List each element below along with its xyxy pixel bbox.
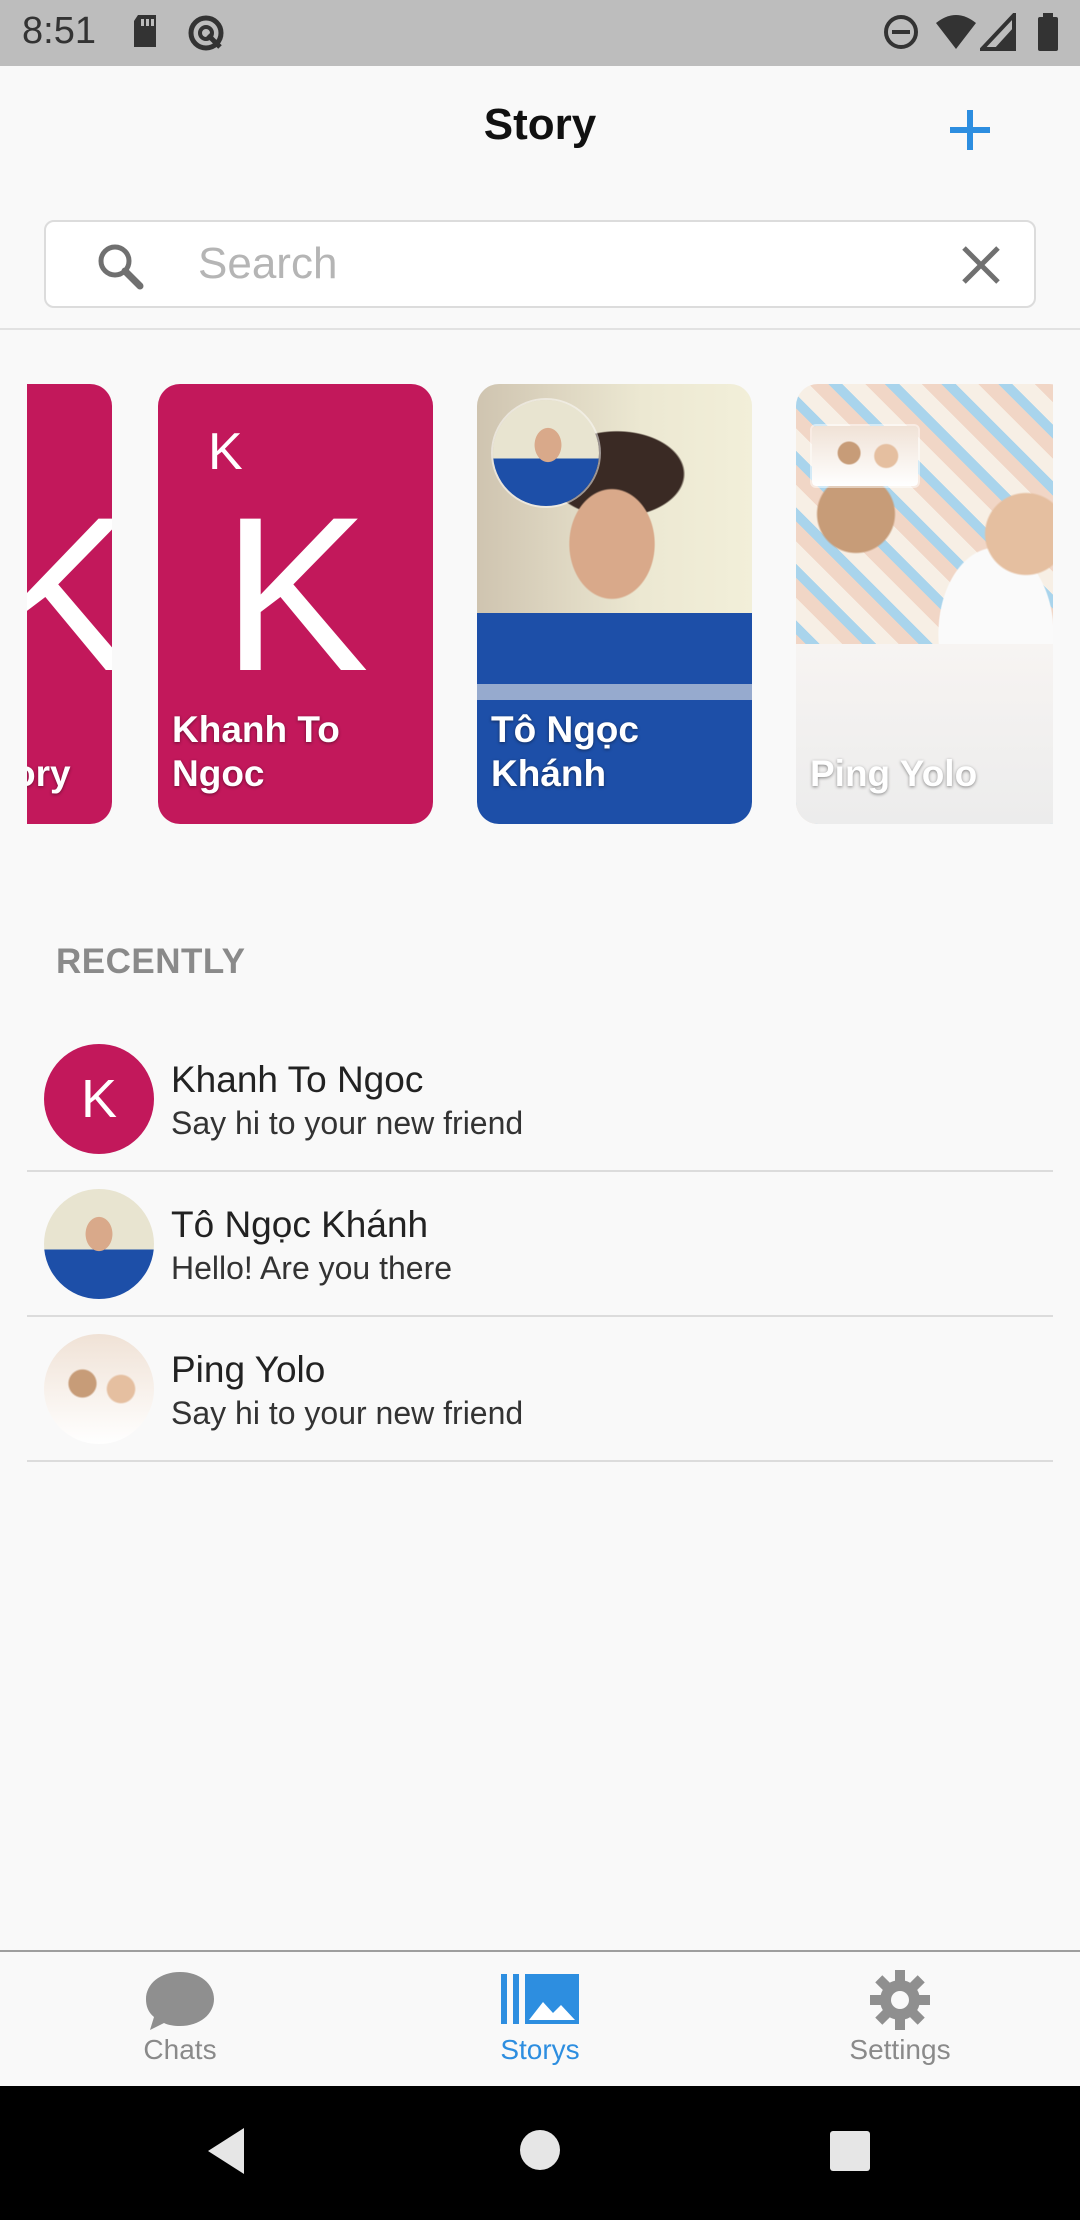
list-item[interactable]: Tô Ngọc Khánh Hello! Are you there [27, 1172, 1053, 1317]
divider [27, 1460, 1053, 1462]
story-card[interactable]: K K Khanh To Ngoc [158, 384, 433, 824]
last-message: Say hi to your new friend [171, 1395, 524, 1431]
do-not-disturb-icon [882, 13, 920, 56]
story-name: Tô Ngọc Khánh [491, 709, 639, 794]
gallery-icon [501, 1974, 579, 2024]
plus-icon [950, 110, 990, 150]
status-time: 8:51 [22, 10, 96, 52]
last-message: Say hi to your new friend [171, 1105, 524, 1141]
home-icon[interactable] [518, 2126, 562, 2181]
avatar [44, 1334, 154, 1444]
system-nav-bar [0, 2086, 1080, 2220]
recently-section-title: RECENTLY [56, 942, 246, 981]
story-avatar [810, 424, 920, 488]
contact-name: Khanh To Ngoc [171, 1059, 424, 1100]
list-item[interactable]: K Khanh To Ngoc Say hi to your new frien… [27, 1027, 1053, 1172]
tab-label: Settings [849, 2034, 951, 2065]
wifi-icon [934, 13, 978, 56]
search-box [44, 220, 1036, 308]
story-photo [796, 644, 1053, 824]
story-card[interactable]: K ory [27, 384, 112, 824]
contact-name: Ping Yolo [171, 1349, 326, 1390]
bottom-nav: Chats Storys Settings [0, 1950, 1080, 2086]
battery-icon [1036, 13, 1060, 58]
list-item[interactable]: Ping Yolo Say hi to your new friend [27, 1317, 1053, 1462]
story-name: ory [27, 753, 71, 794]
last-message: Hello! Are you there [171, 1250, 453, 1286]
story-name: Khanh To Ngoc [172, 709, 340, 794]
tab-label: Storys [500, 2034, 580, 2065]
story-photo [477, 684, 752, 700]
gear-icon [870, 1970, 930, 2030]
avatar [44, 1189, 154, 1299]
tab-settings[interactable]: Settings [720, 1952, 1080, 2086]
recents-icon[interactable] [828, 2126, 872, 2181]
page-title: Story [483, 100, 597, 149]
tab-storys[interactable]: Storys [360, 1952, 720, 2086]
chat-bubble-icon [146, 1972, 214, 2030]
story-card[interactable]: Tô Ngọc Khánh [477, 384, 752, 824]
status-bar: 8:51 [0, 0, 1080, 66]
contact-name: Tô Ngọc Khánh [171, 1204, 429, 1245]
stories-strip[interactable]: K ory K K Khanh To Ngoc Tô Ngọc Khánh Pi… [27, 384, 1053, 824]
clear-search-icon[interactable] [958, 242, 1004, 293]
story-name: Ping Yolo [810, 753, 978, 794]
cellular-signal-icon [977, 9, 1018, 56]
back-icon[interactable] [204, 2126, 248, 2181]
avatar: K [44, 1044, 154, 1154]
story-letter: K [222, 471, 369, 717]
search-input[interactable] [196, 234, 956, 294]
tab-chats[interactable]: Chats [0, 1952, 360, 2086]
avatar-letter: K [44, 1044, 154, 1154]
add-story-button[interactable] [942, 102, 998, 158]
sd-card-icon [130, 13, 160, 54]
story-card[interactable]: Ping Yolo [796, 384, 1053, 824]
story-letter: K [27, 471, 112, 717]
search-icon [94, 240, 146, 297]
tab-label: Chats [143, 2034, 217, 2065]
story-avatar [491, 398, 601, 508]
app-header: Story [0, 66, 1080, 196]
location-off-icon [186, 13, 226, 58]
header-divider [0, 328, 1080, 330]
